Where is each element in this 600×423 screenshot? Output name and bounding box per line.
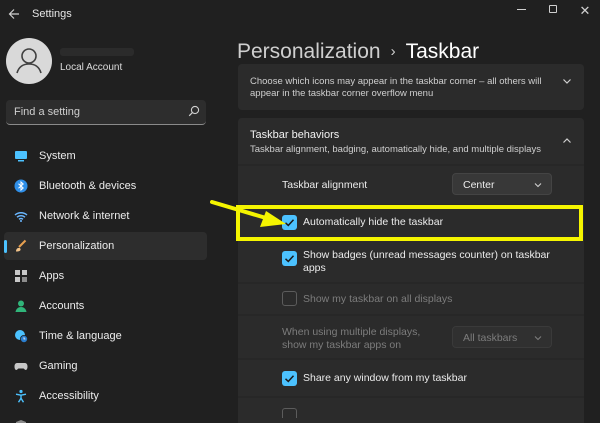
- chevron-down-icon: [534, 336, 542, 341]
- sidebar-item-label: Accessibility: [39, 390, 99, 402]
- taskbar-behaviors-title: Taskbar behaviors: [250, 129, 340, 141]
- arrow-left-icon: [8, 9, 19, 19]
- share-window-row: Share any window from my taskbar: [238, 360, 584, 396]
- sidebar-item-apps[interactable]: Apps: [4, 262, 207, 290]
- taskbar-alignment-label: Taskbar alignment: [282, 179, 368, 191]
- sidebar-item-bluetooth[interactable]: Bluetooth & devices: [4, 172, 207, 200]
- checkmark-icon: [284, 255, 295, 263]
- badges-row: Show badges (unread messages counter) on…: [238, 240, 584, 282]
- search-icon[interactable]: [188, 105, 200, 117]
- back-button[interactable]: [4, 5, 24, 23]
- sidebar-item-label: Personalization: [39, 240, 115, 252]
- breadcrumb-parent[interactable]: Personalization: [237, 40, 381, 63]
- avatar[interactable]: [6, 38, 52, 84]
- sidebar-item-system[interactable]: System: [4, 142, 207, 170]
- all-displays-checkbox[interactable]: [282, 291, 297, 306]
- minimize-button[interactable]: [508, 2, 534, 18]
- accessibility-icon: [15, 389, 27, 403]
- apps-icon: [15, 270, 27, 282]
- search-input[interactable]: [6, 100, 182, 124]
- taskbar-alignment-dropdown[interactable]: Center: [452, 173, 552, 195]
- all-displays-row: Show my taskbar on all displays: [238, 284, 584, 314]
- taskbar-behaviors-subtitle: Taskbar alignment, badging, automaticall…: [250, 144, 541, 155]
- brush-icon: [16, 239, 27, 252]
- maximize-icon: [549, 5, 557, 13]
- corner-overflow-description: Choose which icons may appear in the tas…: [250, 76, 542, 99]
- search-box[interactable]: [6, 100, 206, 125]
- wifi-icon: [14, 212, 28, 222]
- multi-display-row: When using multiple displays, show my ta…: [238, 316, 584, 358]
- minimize-icon: [516, 9, 526, 10]
- multi-display-value: All taskbars: [463, 332, 518, 344]
- maximize-button[interactable]: [540, 2, 566, 18]
- globe-clock-icon: [15, 330, 28, 343]
- sidebar-item-label: Accounts: [39, 300, 85, 312]
- account-name: Local Account: [60, 62, 123, 73]
- sidebar-item-label: System: [39, 150, 76, 162]
- person-icon: [16, 48, 42, 74]
- sidebar-item-network[interactable]: Network & internet: [4, 202, 207, 230]
- sidebar-item-label: Bluetooth & devices: [39, 180, 137, 192]
- taskbar-behaviors-card: Taskbar behaviors Taskbar alignment, bad…: [238, 118, 584, 423]
- all-displays-label: Show my taskbar on all displays: [303, 293, 453, 305]
- title-bar: Settings ✕: [0, 0, 600, 30]
- sidebar-item-accounts[interactable]: Accounts: [4, 292, 207, 320]
- monitor-icon: [15, 151, 27, 162]
- chevron-up-icon[interactable]: [562, 136, 572, 146]
- multi-display-dropdown[interactable]: All taskbars: [452, 326, 552, 348]
- sidebar-item-partial[interactable]: [4, 412, 207, 423]
- next-setting-checkbox[interactable]: [282, 408, 297, 418]
- app-title: Settings: [32, 8, 72, 20]
- bluetooth-icon: [14, 179, 28, 193]
- page-title: Taskbar: [405, 40, 480, 63]
- breadcrumb: Personalization › Taskbar: [237, 40, 479, 64]
- shield-icon: [16, 420, 26, 423]
- checkmark-icon: [284, 375, 295, 383]
- sidebar-item-label: Network & internet: [39, 210, 130, 222]
- sidebar-item-label: Gaming: [39, 360, 78, 372]
- account-email-redacted: [60, 48, 134, 56]
- close-button[interactable]: ✕: [572, 2, 598, 18]
- taskbar-behaviors-header[interactable]: Taskbar behaviors Taskbar alignment, bad…: [238, 118, 584, 164]
- sidebar-item-accessibility[interactable]: Accessibility: [4, 382, 207, 410]
- gamepad-icon: [14, 363, 28, 370]
- person-icon: [15, 300, 27, 312]
- next-setting-row: [238, 398, 584, 423]
- sidebar-item-label: Time & language: [39, 330, 122, 342]
- badges-label: Show badges (unread messages counter) on…: [303, 249, 550, 274]
- chevron-down-icon[interactable]: [562, 76, 572, 86]
- sidebar-item-label: Apps: [39, 270, 65, 282]
- badges-checkbox[interactable]: [282, 251, 297, 266]
- sidebar-item-time-language[interactable]: Time & language: [4, 322, 207, 350]
- sidebar-item-personalization[interactable]: Personalization: [4, 232, 207, 260]
- share-window-label: Share any window from my taskbar: [303, 372, 467, 384]
- taskbar-corner-overflow-card[interactable]: Choose which icons may appear in the tas…: [238, 64, 584, 110]
- selected-indicator: [4, 240, 7, 253]
- share-window-checkbox[interactable]: [282, 371, 297, 386]
- arrow-pointer-icon: [210, 200, 286, 227]
- chevron-down-icon: [534, 183, 542, 188]
- multi-display-label: When using multiple displays, show my ta…: [282, 326, 421, 351]
- taskbar-alignment-value: Center: [463, 179, 495, 191]
- sidebar-item-gaming[interactable]: Gaming: [4, 352, 207, 380]
- close-icon: ✕: [579, 3, 591, 18]
- breadcrumb-separator: ›: [390, 43, 396, 60]
